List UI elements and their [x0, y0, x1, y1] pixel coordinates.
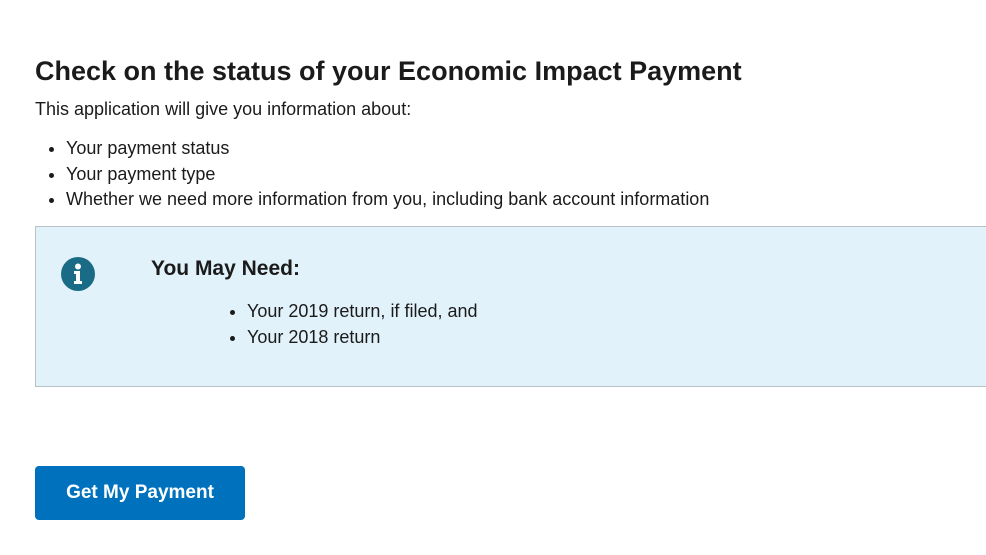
list-item: Your payment status	[66, 136, 709, 162]
list-item: Whether we need more information from yo…	[66, 187, 709, 213]
alert-list: Your 2019 return, if filed, and Your 201…	[216, 299, 478, 350]
page-title: Check on the status of your Economic Imp…	[35, 56, 742, 86]
payment-status-page: Check on the status of your Economic Imp…	[0, 0, 986, 555]
intro-text: This application will give you informati…	[35, 99, 412, 119]
alert-heading: You May Need:	[151, 257, 300, 280]
list-item: Your 2018 return	[247, 325, 478, 351]
list-item: Your 2019 return, if filed, and	[247, 299, 478, 325]
list-item: Your payment type	[66, 162, 709, 188]
info-list: Your payment status Your payment type Wh…	[35, 136, 709, 213]
info-alert: You May Need: Your 2019 return, if filed…	[35, 226, 986, 387]
get-my-payment-button[interactable]: Get My Payment	[35, 466, 245, 520]
info-circle-icon	[61, 257, 95, 291]
